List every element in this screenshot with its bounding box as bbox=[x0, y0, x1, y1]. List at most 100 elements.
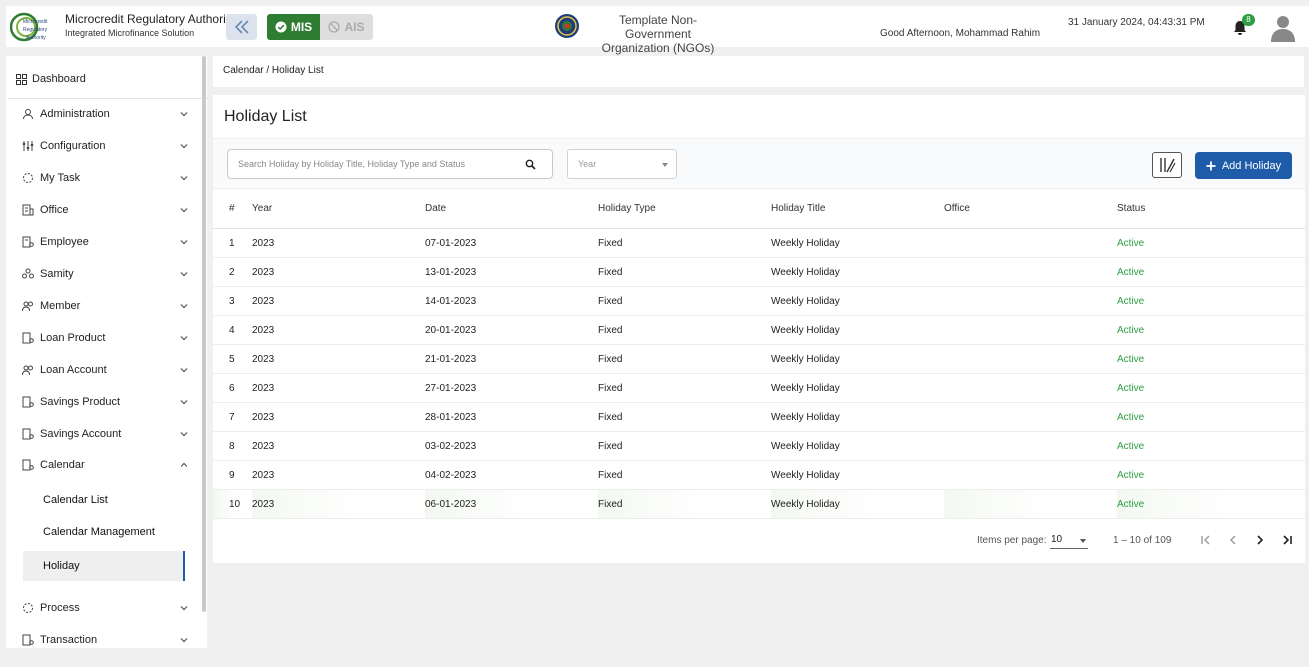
table-row[interactable]: 1 2023 07-01-2023 Fixed Weekly Holiday A… bbox=[213, 228, 1305, 258]
items-per-page-select[interactable]: 10 bbox=[1050, 532, 1088, 549]
sidebar-item-savings-account[interactable]: Savings Account bbox=[22, 424, 188, 444]
prev-page-icon[interactable] bbox=[1226, 533, 1240, 547]
cell-index: 2 bbox=[213, 257, 252, 287]
sidebar-item-calendar[interactable]: Calendar bbox=[22, 455, 188, 475]
first-page-icon[interactable] bbox=[1199, 533, 1213, 547]
loan-product-icon bbox=[22, 332, 34, 344]
table-row[interactable]: 10 2023 06-01-2023 Fixed Weekly Holiday … bbox=[213, 489, 1305, 519]
chevron-down-icon bbox=[180, 272, 188, 277]
cell-holiday-title: Weekly Holiday bbox=[771, 460, 944, 490]
paginator: Items per page: 10 1 – 10 of 109 bbox=[213, 523, 1305, 557]
sidebar-label-transaction: Transaction bbox=[40, 634, 98, 646]
cell-holiday-type: Fixed bbox=[598, 257, 771, 287]
sidebar-label-loan-account: Loan Account bbox=[40, 364, 107, 376]
cell-status: Active bbox=[1117, 344, 1305, 374]
breadcrumb: Calendar / Holiday List bbox=[213, 56, 1304, 87]
col-header-index[interactable]: # bbox=[213, 188, 252, 229]
col-header-office[interactable]: Office bbox=[944, 188, 1117, 229]
table-row[interactable]: 6 2023 27-01-2023 Fixed Weekly Holiday A… bbox=[213, 373, 1305, 403]
sidebar-item-loan-product[interactable]: Loan Product bbox=[22, 328, 188, 348]
transaction-icon bbox=[22, 634, 34, 646]
cell-index: 10 bbox=[213, 489, 252, 519]
logo-text-1: Microcredit bbox=[23, 19, 48, 25]
add-holiday-button[interactable]: Add Holiday bbox=[1195, 152, 1292, 179]
col-header-holiday-type[interactable]: Holiday Type bbox=[598, 188, 771, 229]
sidebar-label-administration: Administration bbox=[40, 108, 110, 120]
year-select[interactable]: Year bbox=[567, 149, 677, 179]
sidebar-item-employee[interactable]: Employee bbox=[22, 232, 188, 252]
cell-status: Active bbox=[1117, 373, 1305, 403]
sidebar-item-savings-product[interactable]: Savings Product bbox=[22, 392, 188, 412]
sidebar-item-office[interactable]: Office bbox=[22, 200, 188, 220]
last-page-icon[interactable] bbox=[1280, 533, 1294, 547]
employee-icon bbox=[22, 236, 34, 248]
sidebar-label-my-task: My Task bbox=[40, 172, 81, 184]
sidebar-item-loan-account[interactable]: Loan Account bbox=[22, 360, 188, 380]
chevron-down-icon bbox=[180, 176, 188, 181]
cell-office bbox=[944, 460, 1117, 490]
cell-holiday-type: Fixed bbox=[598, 344, 771, 374]
sidebar-item-samity[interactable]: Samity bbox=[22, 264, 188, 284]
cell-index: 5 bbox=[213, 344, 252, 374]
search-input[interactable] bbox=[238, 157, 518, 171]
cell-year: 2023 bbox=[252, 344, 425, 374]
sidebar-item-process[interactable]: Process bbox=[22, 598, 188, 618]
sidebar-label-samity: Samity bbox=[40, 268, 74, 280]
cell-status: Active bbox=[1117, 431, 1305, 461]
sidebar-divider bbox=[8, 98, 207, 99]
table-row[interactable]: 3 2023 14-01-2023 Fixed Weekly Holiday A… bbox=[213, 286, 1305, 316]
table-row[interactable]: 8 2023 03-02-2023 Fixed Weekly Holiday A… bbox=[213, 431, 1305, 461]
table-row[interactable]: 4 2023 20-01-2023 Fixed Weekly Holiday A… bbox=[213, 315, 1305, 345]
cell-holiday-title: Weekly Holiday bbox=[771, 373, 944, 403]
holiday-list-card: Holiday List Year Add Holiday # bbox=[213, 95, 1305, 563]
cell-date: 07-01-2023 bbox=[425, 228, 598, 258]
sidebar-item-administration[interactable]: Administration bbox=[22, 104, 188, 124]
col-header-holiday-title[interactable]: Holiday Title bbox=[771, 188, 944, 229]
col-header-status[interactable]: Status bbox=[1117, 188, 1305, 229]
col-header-date[interactable]: Date bbox=[425, 188, 598, 229]
sidebar-item-transaction[interactable]: Transaction bbox=[22, 630, 188, 648]
cell-holiday-title: Weekly Holiday bbox=[771, 286, 944, 316]
cell-holiday-type: Fixed bbox=[598, 315, 771, 345]
sidebar-item-member[interactable]: Member bbox=[22, 296, 188, 316]
sidebar-item-my-task[interactable]: My Task bbox=[22, 168, 188, 188]
sidebar-item-configuration[interactable]: Configuration bbox=[22, 136, 188, 156]
ais-label: AIS bbox=[344, 20, 365, 34]
mis-label: MIS bbox=[290, 20, 313, 34]
sidebar-sub-calendar-management[interactable]: Calendar Management bbox=[43, 526, 155, 538]
chevron-up-icon bbox=[180, 462, 188, 467]
sidebar-sub-calendar-list[interactable]: Calendar List bbox=[43, 494, 108, 506]
cell-holiday-title: Weekly Holiday bbox=[771, 431, 944, 461]
table-row[interactable]: 9 2023 04-02-2023 Fixed Weekly Holiday A… bbox=[213, 460, 1305, 490]
sidebar-sub-holiday[interactable]: Holiday bbox=[23, 551, 185, 581]
config-icon bbox=[22, 141, 34, 151]
module-switcher: MIS AIS bbox=[267, 14, 373, 40]
cell-date: 04-02-2023 bbox=[425, 460, 598, 490]
table-row[interactable]: 2 2023 13-01-2023 Fixed Weekly Holiday A… bbox=[213, 257, 1305, 287]
next-page-icon[interactable] bbox=[1253, 533, 1267, 547]
user-avatar-icon[interactable] bbox=[1270, 14, 1296, 42]
ais-module-button[interactable]: AIS bbox=[320, 14, 373, 40]
cell-date: 14-01-2023 bbox=[425, 286, 598, 316]
cell-year: 2023 bbox=[252, 286, 425, 316]
sidebar-scrollbar[interactable] bbox=[202, 56, 206, 612]
plus-icon bbox=[1206, 161, 1216, 170]
chevron-down-icon bbox=[180, 304, 188, 309]
col-header-year[interactable]: Year bbox=[252, 188, 425, 229]
cell-year: 2023 bbox=[252, 402, 425, 432]
mis-module-button[interactable]: MIS bbox=[267, 14, 320, 40]
chevron-down-icon bbox=[180, 606, 188, 611]
holiday-table: # Year Date Holiday Type Holiday Title O… bbox=[213, 188, 1305, 519]
cell-status: Active bbox=[1117, 286, 1305, 316]
search-icon[interactable] bbox=[525, 159, 536, 170]
table-row[interactable]: 7 2023 28-01-2023 Fixed Weekly Holiday A… bbox=[213, 402, 1305, 432]
table-row[interactable]: 5 2023 21-01-2023 Fixed Weekly Holiday A… bbox=[213, 344, 1305, 374]
page-title: Holiday List bbox=[224, 108, 307, 125]
sidebar-label-employee: Employee bbox=[40, 236, 89, 248]
collapse-sidebar-button[interactable] bbox=[226, 14, 257, 40]
year-select-placeholder: Year bbox=[578, 159, 597, 169]
column-toggle-button[interactable] bbox=[1152, 152, 1182, 178]
sidebar-item-dashboard[interactable]: Dashboard bbox=[16, 73, 86, 85]
add-holiday-label: Add Holiday bbox=[1221, 159, 1282, 172]
chevron-down-icon bbox=[180, 240, 188, 245]
